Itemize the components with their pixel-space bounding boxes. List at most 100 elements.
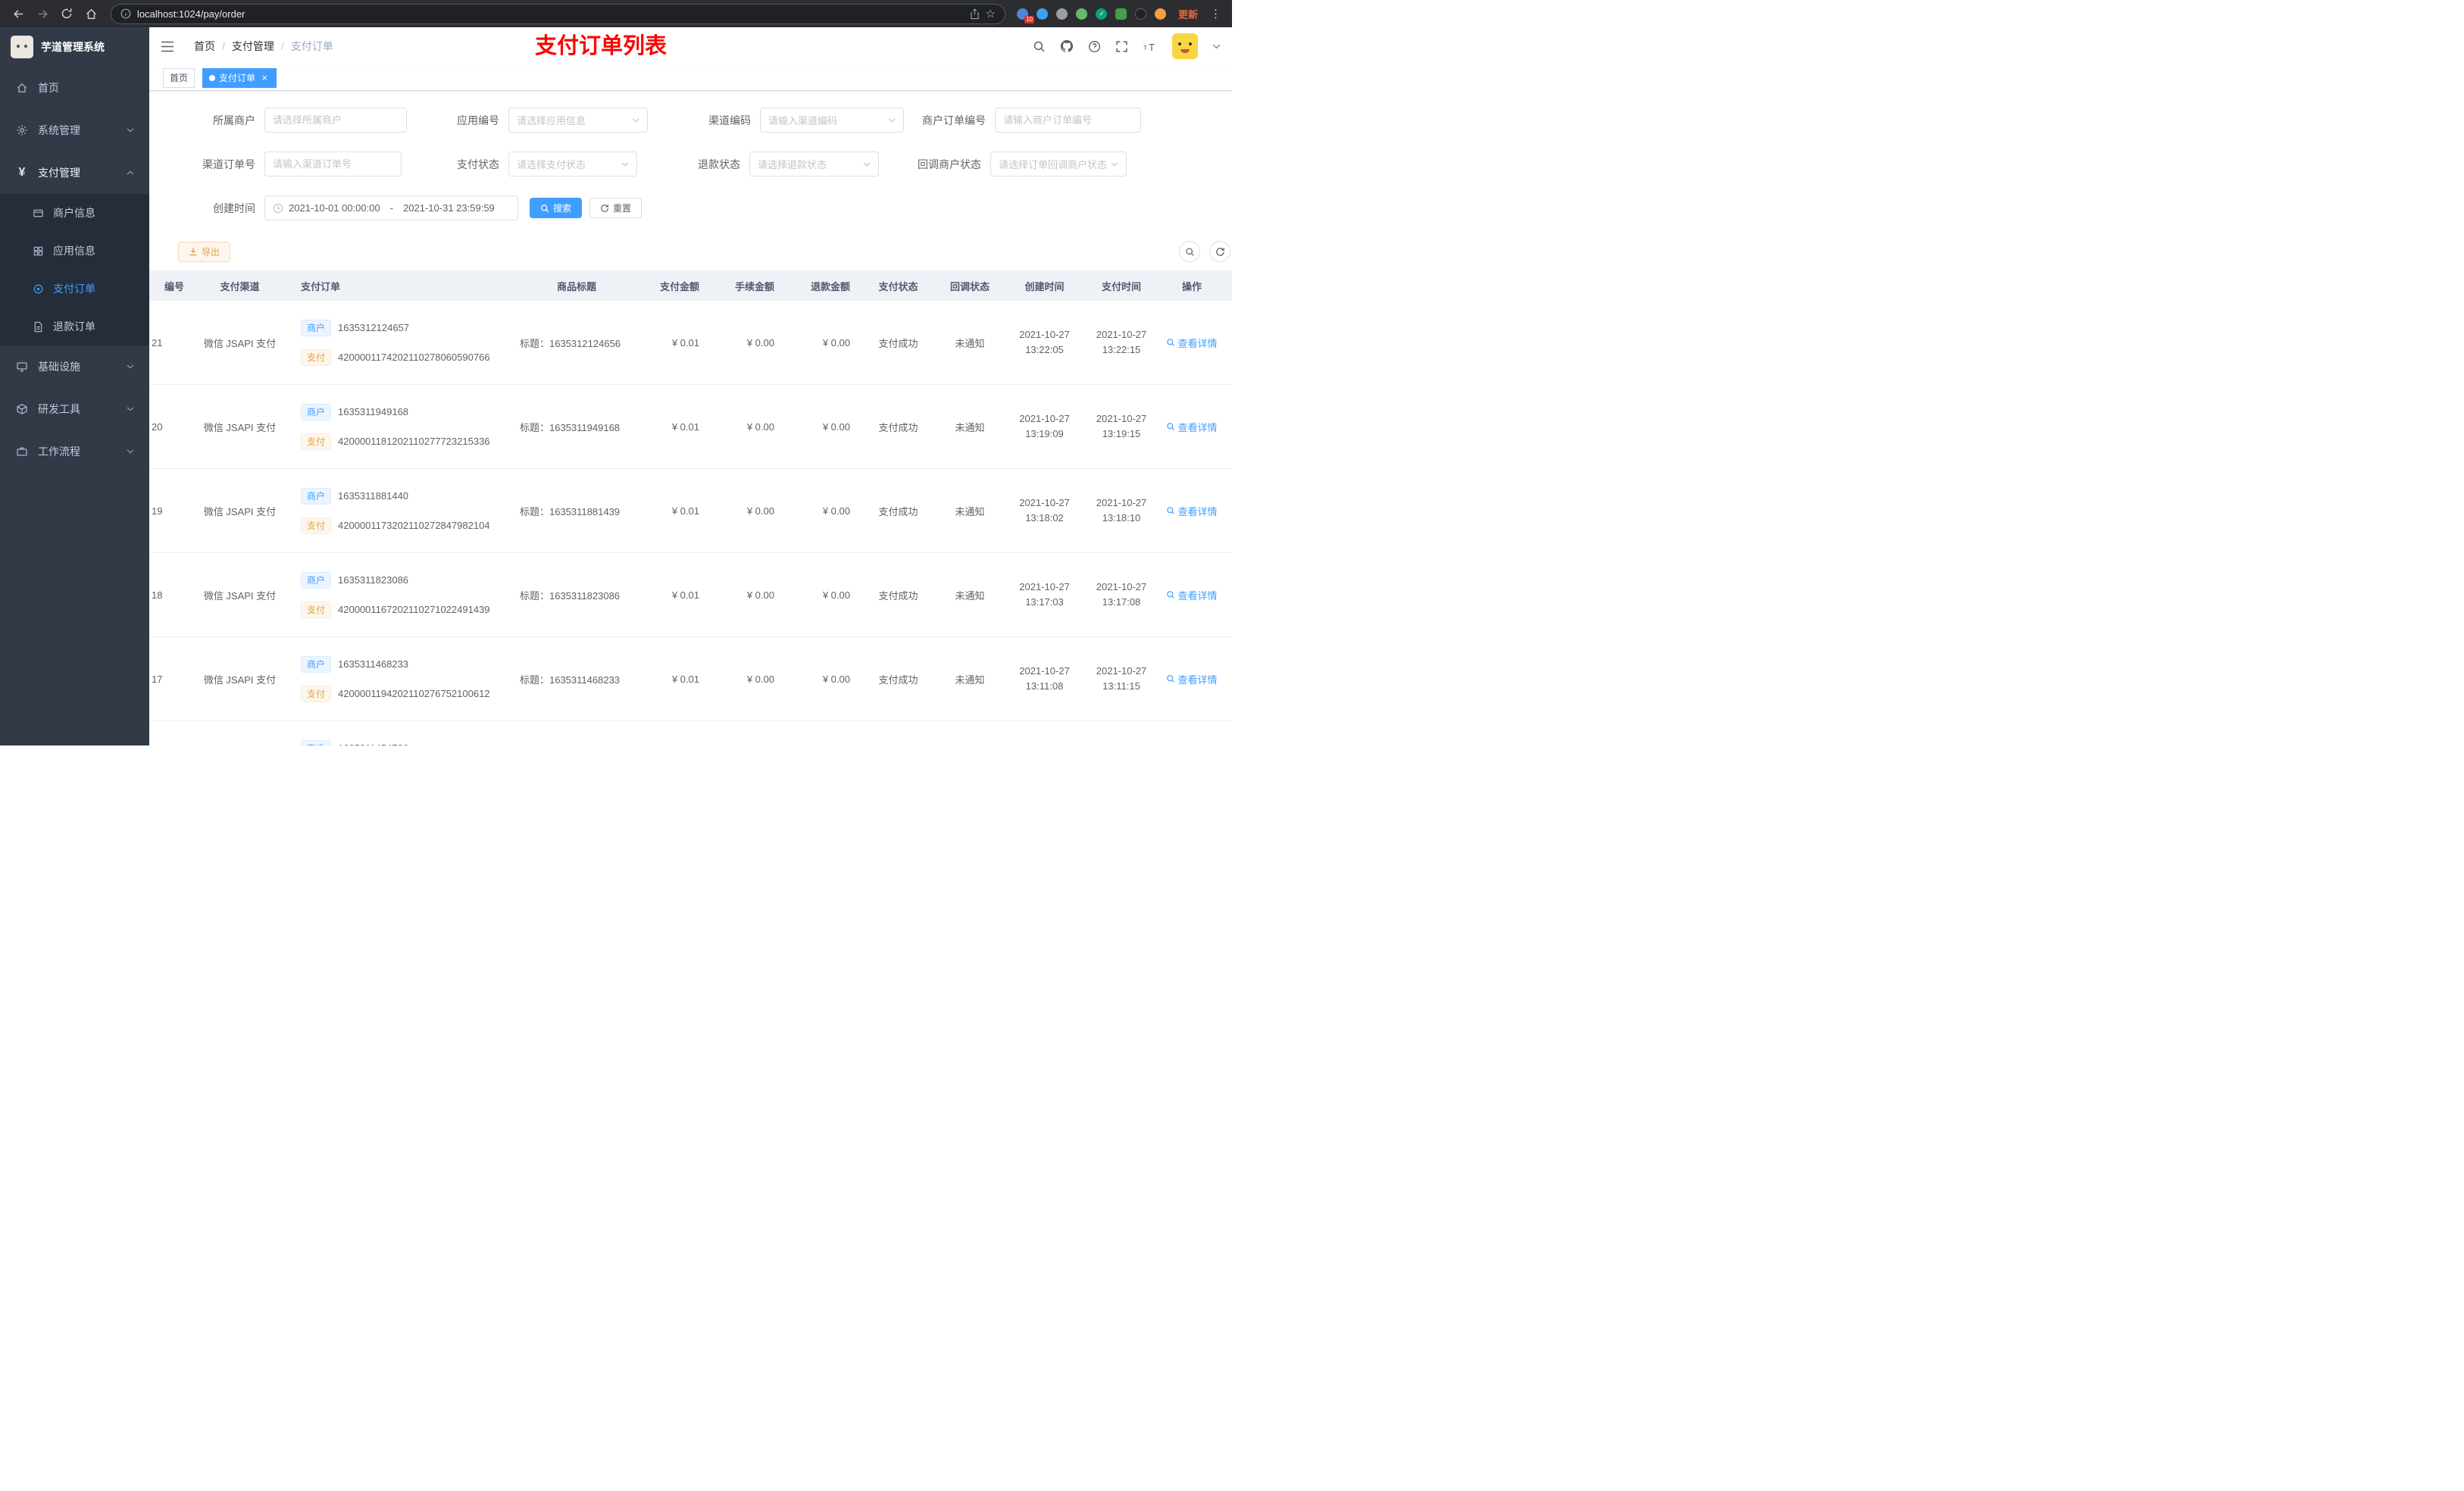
extension-drop-icon[interactable]	[1034, 5, 1051, 23]
tab-home[interactable]: 首页	[163, 67, 195, 88]
extension-puzzle-icon[interactable]: 10	[1015, 5, 1034, 23]
bookmark-star-icon[interactable]: ☆	[986, 7, 996, 20]
url-bar[interactable]: localhost:1024/pay/order ☆	[111, 3, 1005, 24]
view-detail-link[interactable]: 查看详情	[1166, 420, 1218, 434]
search-button[interactable]: 搜索	[530, 198, 583, 218]
channel-order-no-filter-input[interactable]	[264, 152, 402, 177]
fullscreen-icon[interactable]	[1115, 40, 1128, 53]
create-time-range-picker[interactable]: 2021-10-01 00:00:00 - 2021-10-31 23:59:5…	[264, 195, 518, 220]
cell-create-time: 2021-10-27 13:19:09	[1019, 413, 1070, 439]
merchant-filter-field[interactable]	[273, 114, 399, 126]
sidebar-item-pay[interactable]: ¥ 支付管理	[0, 152, 149, 194]
pay-tag: 支付	[301, 517, 332, 534]
channel-code-filter-select[interactable]: 请输入渠道编码	[760, 108, 904, 133]
github-icon[interactable]	[1060, 39, 1074, 53]
app: 芋道管理系统 首页 系统管理 ¥ 支付管理 商户信息 应用信息 支付订单 退款订…	[0, 27, 1232, 746]
close-icon[interactable]: ×	[259, 72, 270, 83]
view-detail-link[interactable]: 查看详情	[1166, 504, 1218, 518]
pay-status-filter-select[interactable]: 请选择支付状态	[508, 152, 637, 177]
refund-status-filter-label: 退款状态	[698, 158, 740, 170]
date-end-value[interactable]: 2021-10-31 23:59:59	[403, 202, 495, 214]
export-button[interactable]: 导出	[178, 241, 231, 262]
profile-avatar-icon[interactable]	[1152, 5, 1169, 23]
forward-icon[interactable]	[32, 3, 53, 24]
sidebar-item-system[interactable]: 系统管理	[0, 109, 149, 152]
breadcrumb-home[interactable]: 首页	[194, 39, 215, 54]
app-no-filter-select[interactable]: 请选择应用信息	[508, 108, 648, 133]
cell-create-time: 2021-10-27 13:17:03	[1019, 581, 1070, 608]
sidebar-item-pay-order[interactable]: 支付订单	[0, 270, 149, 308]
app-logo: 芋道管理系统	[0, 27, 149, 67]
view-detail-link[interactable]: 查看详情	[1166, 336, 1218, 350]
extension-check-icon[interactable]: ✓	[1093, 5, 1110, 23]
col-actions: 操作	[1181, 280, 1202, 292]
tab-pay-order[interactable]: 支付订单 ×	[202, 67, 277, 88]
sidebar-item-label: 基础设施	[38, 361, 80, 373]
user-avatar[interactable]	[1172, 33, 1198, 59]
notify-status-filter-select[interactable]: 请选择订单回调商户状态	[990, 152, 1127, 177]
chevron-down-icon	[863, 162, 871, 167]
gear-icon	[15, 124, 29, 136]
cell-channel: 微信 JSAPI 支付	[203, 674, 277, 686]
cell-action: 查看详情	[1152, 420, 1232, 434]
merchant-filter-input[interactable]	[264, 108, 407, 133]
pay-tag: 支付	[301, 433, 332, 450]
merchant-order-no: 1635311468233	[338, 658, 409, 670]
sidebar-item-home[interactable]: 首页	[0, 67, 149, 109]
sidebar-item-app-info[interactable]: 应用信息	[0, 232, 149, 270]
reset-button[interactable]: 重置	[589, 198, 643, 218]
merchant-order-no-field[interactable]	[1003, 114, 1133, 126]
channel-order-no-field[interactable]	[273, 158, 393, 170]
sidebar-item-merchant-info[interactable]: 商户信息	[0, 194, 149, 232]
cell-pay-status: 支付成功	[878, 589, 918, 602]
cell-title: 标题：1635311881439	[520, 505, 621, 517]
back-icon[interactable]	[8, 3, 29, 24]
sidebar-item-label: 商户信息	[53, 207, 95, 219]
channel-code-filter-label: 渠道编码	[708, 114, 751, 127]
extension-pin-icon[interactable]	[1133, 5, 1149, 23]
home-icon[interactable]	[80, 3, 102, 24]
logo-avatar	[11, 36, 33, 58]
view-detail-label: 查看详情	[1177, 674, 1218, 686]
view-detail-link[interactable]: 查看详情	[1166, 672, 1218, 686]
channel-order-no-filter-label: 渠道订单号	[202, 158, 255, 170]
font-size-icon[interactable]: TT	[1143, 41, 1158, 52]
svg-text:T: T	[1149, 42, 1155, 52]
sidebar-item-refund-order[interactable]: 退款订单	[0, 308, 149, 345]
date-start-value[interactable]: 2021-10-01 00:00:00	[289, 202, 380, 214]
hide-search-icon[interactable]	[1179, 241, 1200, 262]
col-order: 支付订单	[301, 280, 341, 292]
cell-refund-amount: ¥ 0.00	[822, 589, 850, 601]
cell-order: 商户 1635311881440 支付 42000011732021102728…	[291, 487, 513, 534]
search-icon[interactable]	[1033, 40, 1046, 53]
view-detail-label: 查看详情	[1177, 589, 1218, 602]
sidebar-item-workflow[interactable]: 工作流程	[0, 430, 149, 473]
col-create-time: 创建时间	[1024, 280, 1065, 292]
chevron-down-icon	[127, 449, 134, 454]
cell-notify-status: 未通知	[955, 674, 985, 686]
update-button[interactable]: 更新	[1172, 7, 1204, 21]
refresh-icon[interactable]	[1209, 241, 1230, 262]
sidebar-item-label: 系统管理	[38, 124, 80, 136]
sidebar-item-label: 退款订单	[53, 320, 95, 333]
breadcrumb-pay[interactable]: 支付管理	[232, 39, 274, 54]
cell-pay-time: 2021-10-27 13:19:15	[1096, 413, 1147, 439]
extension-green-icon[interactable]	[1074, 5, 1090, 23]
reload-icon[interactable]	[56, 3, 77, 24]
cell-title: 标题：1635312124656	[520, 337, 621, 349]
chevron-down-icon	[621, 162, 629, 167]
extension-gray-icon[interactable]	[1054, 5, 1071, 23]
browser-menu-icon[interactable]: ⋮	[1207, 7, 1224, 20]
sidebar-item-devtool[interactable]: 研发工具	[0, 388, 149, 430]
help-icon[interactable]	[1088, 40, 1101, 53]
user-dropdown-caret-icon[interactable]	[1212, 44, 1221, 49]
refund-status-filter-select[interactable]: 请选择退款状态	[749, 152, 879, 177]
cell-create-time: 2021-10-27 13:22:05	[1019, 329, 1070, 355]
hamburger-icon[interactable]	[161, 41, 174, 52]
share-icon[interactable]	[970, 8, 980, 20]
extension-chat-icon[interactable]	[1113, 5, 1130, 23]
site-info-icon[interactable]	[120, 8, 131, 19]
view-detail-link[interactable]: 查看详情	[1166, 588, 1218, 602]
merchant-order-no-filter-input[interactable]	[995, 108, 1141, 133]
sidebar-item-infra[interactable]: 基础设施	[0, 345, 149, 388]
